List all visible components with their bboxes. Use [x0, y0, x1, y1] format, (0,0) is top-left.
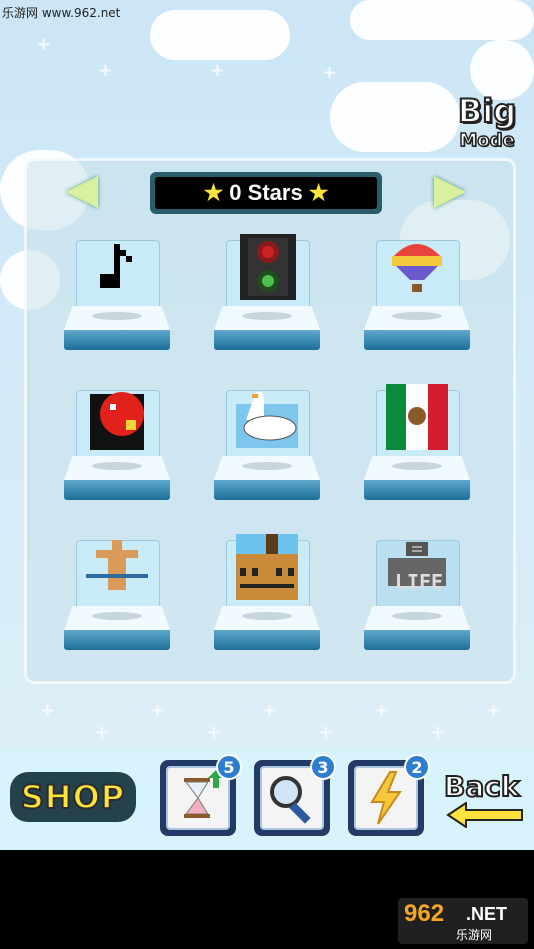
music-note-icon — [100, 244, 132, 288]
church-building-icon — [236, 534, 298, 600]
logo-net: .NET — [466, 904, 508, 924]
gravestone-label: LIFE — [394, 570, 444, 594]
big-mode-line1: Big — [457, 91, 517, 131]
puzzle-slot-bodybuilder[interactable] — [64, 540, 170, 652]
cloud — [330, 82, 460, 152]
screaming-face-icon — [90, 392, 144, 450]
puzzle-slot-music-note[interactable] — [64, 240, 170, 352]
big-mode-line2: Mode — [459, 129, 516, 152]
puzzle-slot-gravestone[interactable]: LIFE — [364, 540, 470, 652]
big-mode-toggle[interactable]: Big Mode — [452, 91, 522, 152]
site-logo: 962 .NET 乐游网 — [398, 898, 528, 944]
cloud — [470, 40, 534, 100]
next-page-arrow-icon[interactable] — [434, 176, 466, 208]
game-screen: + + + + + + + + + + + + + 乐游网 www.962.ne… — [0, 0, 534, 850]
bodybuilder-icon — [86, 540, 148, 590]
puzzle-slot-hot-air-balloon[interactable] — [364, 240, 470, 352]
logo-cn: 乐游网 — [456, 928, 493, 942]
cloud — [150, 10, 290, 60]
site-watermark: 乐游网 www.962.net — [2, 6, 121, 20]
cloud — [350, 0, 534, 40]
stars-counter: ★ 0 Stars ★ — [150, 172, 382, 214]
back-arrow-icon — [446, 802, 523, 828]
powerup-magnifier-button[interactable]: 3 — [254, 754, 336, 836]
logo-number: 962 — [404, 900, 445, 927]
lightning-icon — [370, 771, 402, 825]
shop-label: SHOP — [20, 777, 126, 817]
back-label: Back — [443, 769, 520, 804]
puzzle-slot-mexico-flag[interactable] — [364, 384, 470, 502]
mexico-flag-icon — [386, 384, 448, 450]
powerup-lightning-button[interactable]: 2 — [348, 754, 430, 836]
stars-text: 0 Stars — [229, 180, 303, 205]
shop-button[interactable]: SHOP — [10, 772, 136, 822]
hourglass-count-badge: 5 — [216, 754, 242, 780]
hourglass-icon — [184, 770, 224, 818]
magnifier-count-badge: 3 — [310, 754, 336, 780]
puzzle-slot-traffic-light[interactable] — [214, 234, 320, 352]
powerup-hourglass-button[interactable]: 5 — [160, 754, 242, 836]
hot-air-balloon-icon — [392, 244, 442, 292]
traffic-light-icon — [240, 234, 296, 300]
puzzle-slot-church[interactable] — [214, 534, 320, 652]
lightning-count-badge: 2 — [404, 754, 430, 780]
star-icon: ★ — [203, 180, 224, 205]
puzzle-slot-screaming-face[interactable] — [64, 390, 170, 502]
magnifier-icon — [270, 776, 311, 824]
prev-page-arrow-icon[interactable] — [66, 176, 98, 208]
puzzle-slot-swan[interactable] — [214, 390, 320, 502]
swan-icon — [236, 391, 298, 448]
back-button[interactable]: Back — [440, 768, 530, 830]
star-icon: ★ — [308, 180, 329, 205]
